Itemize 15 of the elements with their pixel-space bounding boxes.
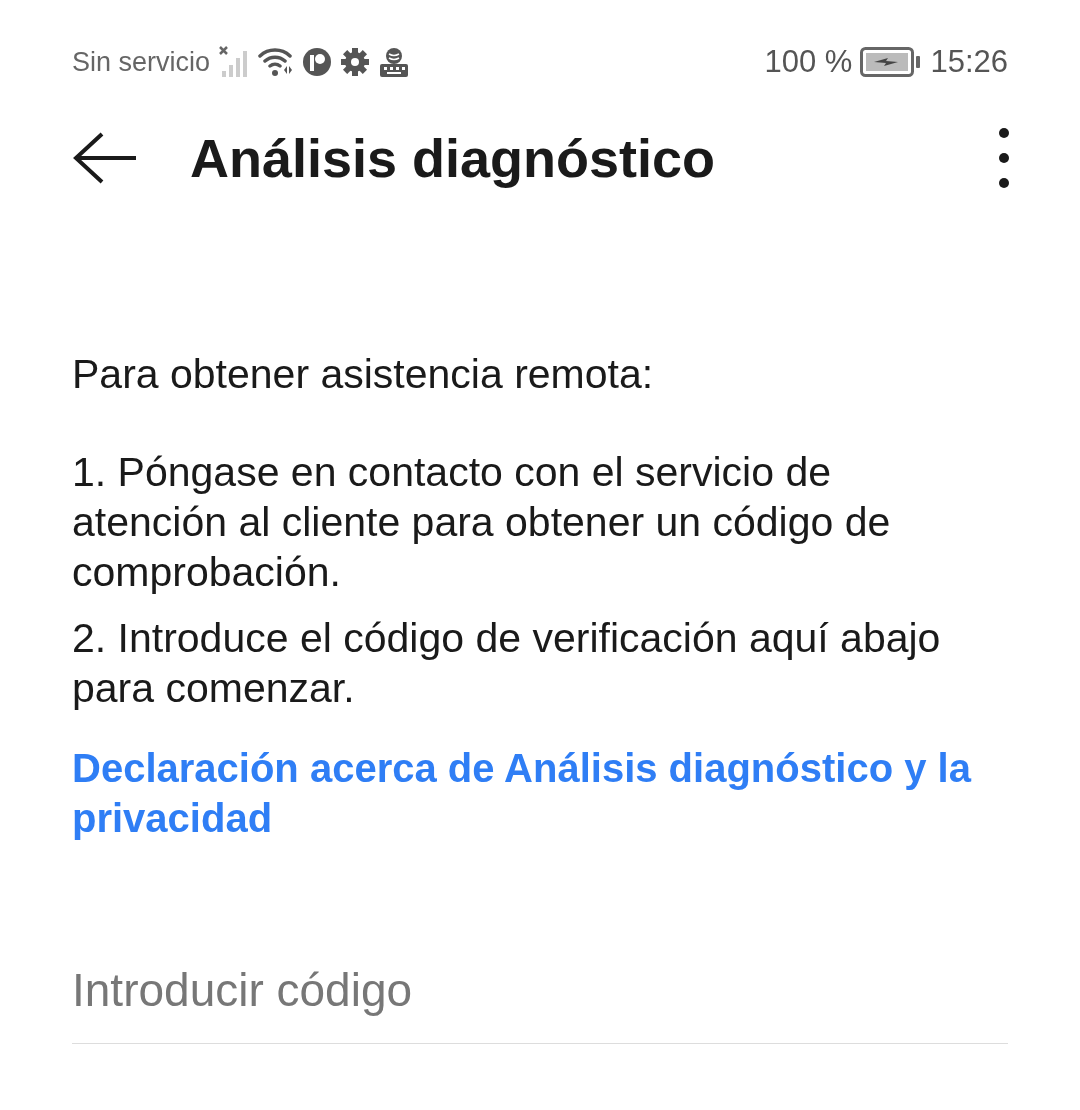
more-options-icon — [998, 127, 1010, 189]
instruction-step: 1. Póngase en contacto con el servicio de atención al cliente para obtener un código de comprobación. — [72, 447, 972, 597]
instruction-step: 2. Introduce el código de verificación aquí abajo para comenzar. — [72, 613, 972, 713]
clock-time: 15:26 — [930, 44, 1008, 80]
page-title: Análisis diagnóstico — [190, 127, 717, 189]
intro-text: Para obtener asistencia remota: — [72, 350, 655, 399]
keyboard-icon — [378, 46, 411, 78]
wifi-icon — [258, 46, 295, 78]
carrier-status: Sin servicio — [72, 46, 211, 78]
battery-percentage: 100 % — [764, 44, 853, 80]
battery-charging-icon — [860, 47, 923, 77]
settings-icon — [340, 47, 371, 77]
back-arrow-icon — [72, 132, 138, 184]
privacy-statement-link[interactable]: Declaración acerca de Análisis diagnóstico y la privacidad — [72, 743, 1008, 843]
app-icon — [302, 47, 333, 77]
